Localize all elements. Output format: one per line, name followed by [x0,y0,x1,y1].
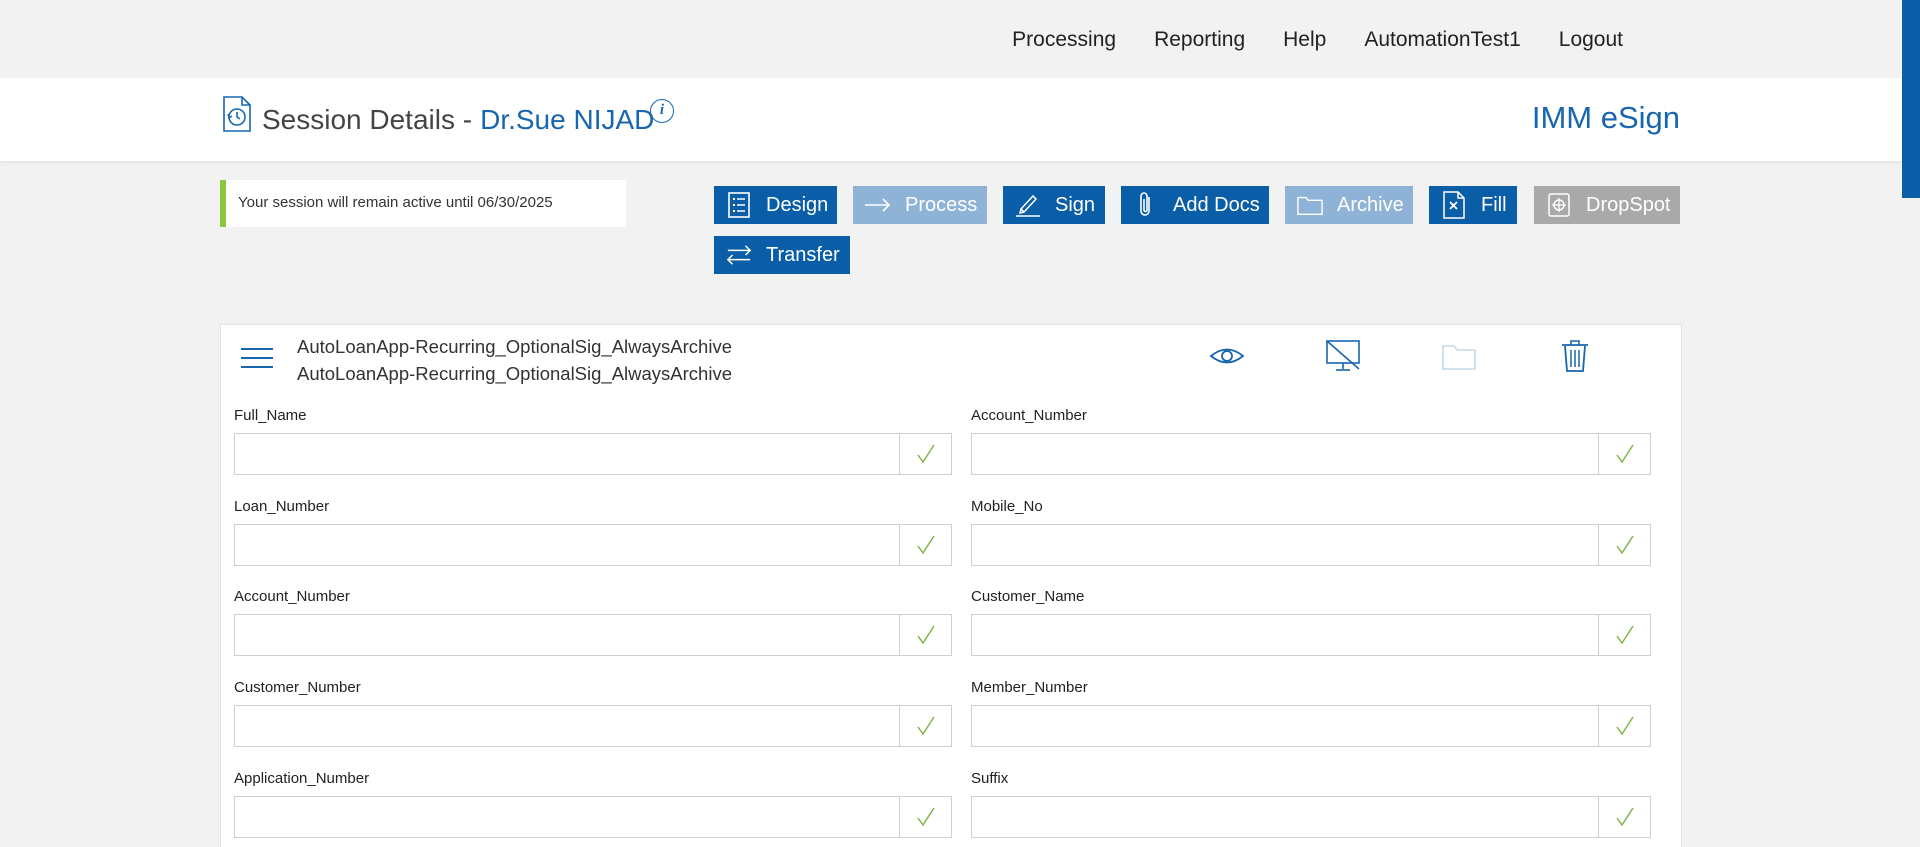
checkmark-icon[interactable] [899,615,951,655]
process-button-label: Process [905,193,978,216]
transfer-arrows-icon [726,242,752,268]
document-card: AutoLoanApp-Recurring_OptionalSig_Always… [220,324,1682,847]
mobile-no-input[interactable] [972,525,1598,565]
checklist-icon [726,192,752,218]
add-docs-button-label: Add Docs [1173,193,1260,216]
field-account-number [234,614,952,656]
nav-user[interactable]: AutomationTest1 [1364,28,1520,52]
monitor-off-icon[interactable] [1325,339,1361,373]
checkmark-icon[interactable] [1598,706,1650,746]
document-template-name: AutoLoanApp-Recurring_OptionalSig_Always… [297,363,732,384]
signer-name: Dr.Sue NIJAD [480,104,655,135]
page-title: Session Details - Dr.Sue NIJAD [262,104,654,136]
nav-reporting[interactable]: Reporting [1154,28,1245,52]
field-label-customer-name: Customer_Name [971,588,1085,605]
fill-button-label: Fill [1481,193,1507,216]
customer-name-input[interactable] [972,615,1598,655]
loan-number-input[interactable] [235,525,899,565]
sign-button[interactable]: Sign [1003,186,1105,224]
field-mobile-no [971,524,1651,566]
paperclip-icon [1133,192,1159,218]
session-notice: Your session will remain active until 06… [220,180,626,227]
checkmark-icon[interactable] [899,525,951,565]
field-label-application-number: Application_Number [234,770,370,787]
field-label-mobile-no: Mobile_No [971,498,1043,515]
folder-icon [1297,192,1323,218]
field-label-member-number: Member_Number [971,679,1088,696]
field-member-number [971,705,1651,747]
eye-icon[interactable] [1209,339,1245,373]
top-navigation: Processing Reporting Help AutomationTest… [0,0,1920,78]
field-application-number [234,796,952,838]
arrow-right-icon [865,192,891,218]
nav-logout[interactable]: Logout [1559,28,1623,52]
dropspot-button[interactable]: DropSpot [1534,186,1680,224]
archive-button[interactable]: Archive [1285,186,1413,224]
scrollbar-thumb[interactable] [1902,0,1920,198]
session-header: Session Details - Dr.Sue NIJAD i IMM eSig… [0,78,1902,161]
checkmark-icon[interactable] [899,797,951,837]
add-docs-button[interactable]: Add Docs [1121,186,1269,224]
field-loan-number [234,524,952,566]
process-button[interactable]: Process [853,186,987,224]
nav-processing[interactable]: Processing [1012,28,1116,52]
transfer-button[interactable]: Transfer [714,236,850,274]
field-label-customer-number: Customer_Number [234,679,361,696]
field-suffix [971,796,1651,838]
field-label-account-number: Account_Number [234,588,350,605]
archive-button-label: Archive [1337,193,1404,216]
full-name-input[interactable] [235,434,899,474]
checkmark-icon[interactable] [899,706,951,746]
design-button[interactable]: Design [714,186,837,224]
page-title-label: Session Details - [262,104,473,135]
field-label-suffix: Suffix [971,770,1009,787]
dropspot-button-label: DropSpot [1586,193,1671,216]
info-icon[interactable]: i [650,99,674,123]
trash-icon[interactable] [1557,339,1593,373]
top-nav-links: Processing Reporting Help AutomationTest… [974,28,1623,52]
account-number-input[interactable] [235,615,899,655]
customer-number-input[interactable] [235,706,899,746]
field-account-number-2 [971,433,1651,475]
application-number-input[interactable] [235,797,899,837]
member-number-input[interactable] [972,706,1598,746]
checkmark-icon[interactable] [899,434,951,474]
document-title: AutoLoanApp-Recurring_OptionalSig_Always… [297,333,732,387]
fill-form-icon [1441,191,1467,219]
checkmark-icon[interactable] [1598,434,1650,474]
dropspot-icon [1546,192,1572,218]
field-customer-number [234,705,952,747]
design-button-label: Design [766,193,829,216]
field-label-account-number-2: Account_Number [971,407,1087,424]
account-number-2-input[interactable] [972,434,1598,474]
session-history-icon [223,96,251,132]
nav-help[interactable]: Help [1283,28,1326,52]
suffix-input[interactable] [972,797,1598,837]
vertical-scrollbar[interactable] [1902,0,1920,847]
field-full-name [234,433,952,475]
checkmark-icon[interactable] [1598,525,1650,565]
archive-folder-icon[interactable] [1441,339,1477,373]
field-label-full-name: Full_Name [234,407,307,424]
pen-icon [1015,192,1041,218]
field-customer-name [971,614,1651,656]
document-name: AutoLoanApp-Recurring_OptionalSig_Always… [297,336,732,357]
sign-button-label: Sign [1055,193,1096,216]
hamburger-menu-icon[interactable] [241,347,273,369]
fill-button[interactable]: Fill [1429,186,1517,224]
brand-logo: IMM eSign [1531,100,1680,135]
checkmark-icon[interactable] [1598,615,1650,655]
checkmark-icon[interactable] [1598,797,1650,837]
field-label-loan-number: Loan_Number [234,498,330,515]
transfer-button-label: Transfer [766,243,840,266]
